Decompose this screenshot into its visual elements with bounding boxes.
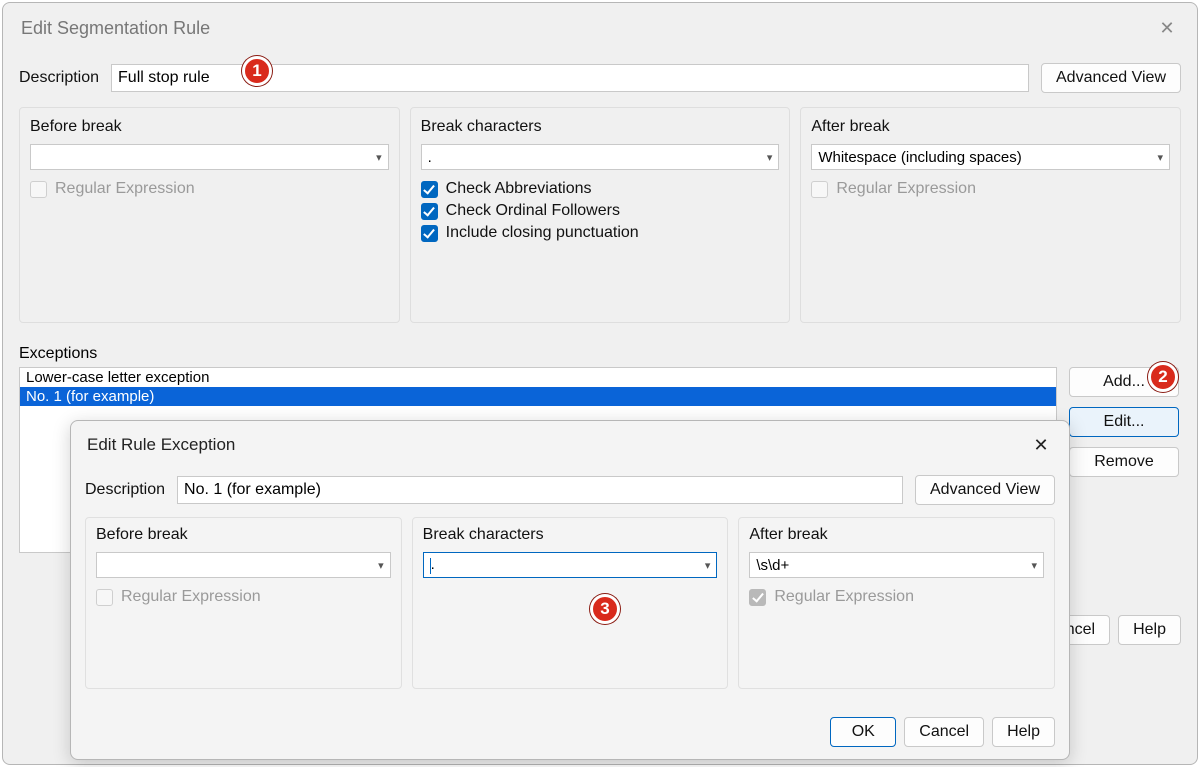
titlebar: Edit Segmentation Rule ✕ (3, 3, 1197, 45)
chevron-down-icon: ▾ (376, 151, 382, 164)
after-break-combo[interactable]: Whitespace (including spaces) ▾ (811, 144, 1170, 170)
inner-panel-after-break: After break \s\d+ ▾ Regular Expression (738, 517, 1055, 689)
dialog-title: Edit Segmentation Rule (21, 18, 210, 39)
inner-after-regex-row: Regular Expression (749, 588, 1044, 606)
before-break-label: Before break (30, 118, 389, 136)
check-ordinal-label: Check Ordinal Followers (446, 202, 620, 220)
before-regex-label: Regular Expression (55, 180, 195, 198)
edit-exception-button[interactable]: Edit... (1069, 407, 1179, 437)
inner-after-label: After break (749, 526, 1044, 544)
caret-icon (430, 558, 431, 574)
description-label: Description (19, 69, 99, 87)
callout-marker-2: 2 (1148, 362, 1178, 392)
inner-before-regex-checkbox (96, 589, 113, 606)
panel-break-characters: Break characters . ▾ Check Abbreviations… (410, 107, 791, 323)
inner-before-combo[interactable]: ▾ (96, 552, 391, 578)
break-characters-combo[interactable]: . ▾ (421, 144, 780, 170)
include-closing-checkbox[interactable] (421, 225, 438, 242)
inner-after-combo[interactable]: \s\d+ ▾ (749, 552, 1044, 578)
inner-after-regex-label: Regular Expression (774, 588, 914, 606)
close-icon[interactable]: ✕ (1151, 18, 1183, 39)
after-regex-label: Regular Expression (836, 180, 976, 198)
list-item[interactable]: No. 1 (for example) (20, 387, 1056, 406)
inner-before-label: Before break (96, 526, 391, 544)
panel-before-break: Before break ▾ Regular Expression (19, 107, 400, 323)
edit-rule-exception-dialog: Edit Rule Exception ✕ Description Advanc… (70, 420, 1070, 760)
after-regex-checkbox (811, 181, 828, 198)
inner-description-label: Description (85, 481, 165, 499)
check-abbreviations-row[interactable]: Check Abbreviations (421, 180, 780, 198)
chevron-down-icon: ▾ (1031, 559, 1037, 572)
break-characters-label: Break characters (421, 118, 780, 136)
advanced-view-button[interactable]: Advanced View (1041, 63, 1181, 93)
after-break-label: After break (811, 118, 1170, 136)
inner-dialog-title: Edit Rule Exception (87, 435, 235, 455)
before-regex-row: Regular Expression (30, 180, 389, 198)
panel-after-break: After break Whitespace (including spaces… (800, 107, 1181, 323)
check-abbreviations-checkbox[interactable] (421, 181, 438, 198)
callout-marker-1: 1 (242, 56, 272, 86)
inner-break-combo[interactable]: . ▾ (423, 552, 718, 578)
inner-advanced-view-button[interactable]: Advanced View (915, 475, 1055, 505)
inner-after-regex-checkbox (749, 589, 766, 606)
chevron-down-icon: ▾ (1157, 151, 1163, 164)
close-icon[interactable]: ✕ (1025, 435, 1057, 456)
before-regex-checkbox (30, 181, 47, 198)
chevron-down-icon: ▾ (705, 559, 711, 572)
callout-marker-3: 3 (590, 594, 620, 624)
help-button[interactable]: Help (1118, 615, 1181, 645)
inner-help-button[interactable]: Help (992, 717, 1055, 747)
check-ordinal-checkbox[interactable] (421, 203, 438, 220)
inner-before-regex-label: Regular Expression (121, 588, 261, 606)
check-abbreviations-label: Check Abbreviations (446, 180, 592, 198)
remove-exception-button[interactable]: Remove (1069, 447, 1179, 477)
inner-panel-before-break: Before break ▾ Regular Expression (85, 517, 402, 689)
inner-description-input[interactable] (177, 476, 903, 504)
exceptions-label: Exceptions (19, 345, 1181, 363)
after-regex-row: Regular Expression (811, 180, 1170, 198)
inner-break-label: Break characters (423, 526, 718, 544)
before-break-combo[interactable]: ▾ (30, 144, 389, 170)
check-ordinal-row[interactable]: Check Ordinal Followers (421, 202, 780, 220)
inner-before-regex-row: Regular Expression (96, 588, 391, 606)
list-item[interactable]: Lower-case letter exception (20, 368, 1056, 387)
inner-panel-break-characters: Break characters . ▾ (412, 517, 729, 689)
include-closing-label: Include closing punctuation (446, 224, 639, 242)
inner-cancel-button[interactable]: Cancel (904, 717, 984, 747)
inner-ok-button[interactable]: OK (830, 717, 896, 747)
inner-titlebar: Edit Rule Exception ✕ (71, 421, 1069, 461)
chevron-down-icon: ▾ (767, 151, 773, 164)
include-closing-row[interactable]: Include closing punctuation (421, 224, 780, 242)
chevron-down-icon: ▾ (378, 559, 384, 572)
